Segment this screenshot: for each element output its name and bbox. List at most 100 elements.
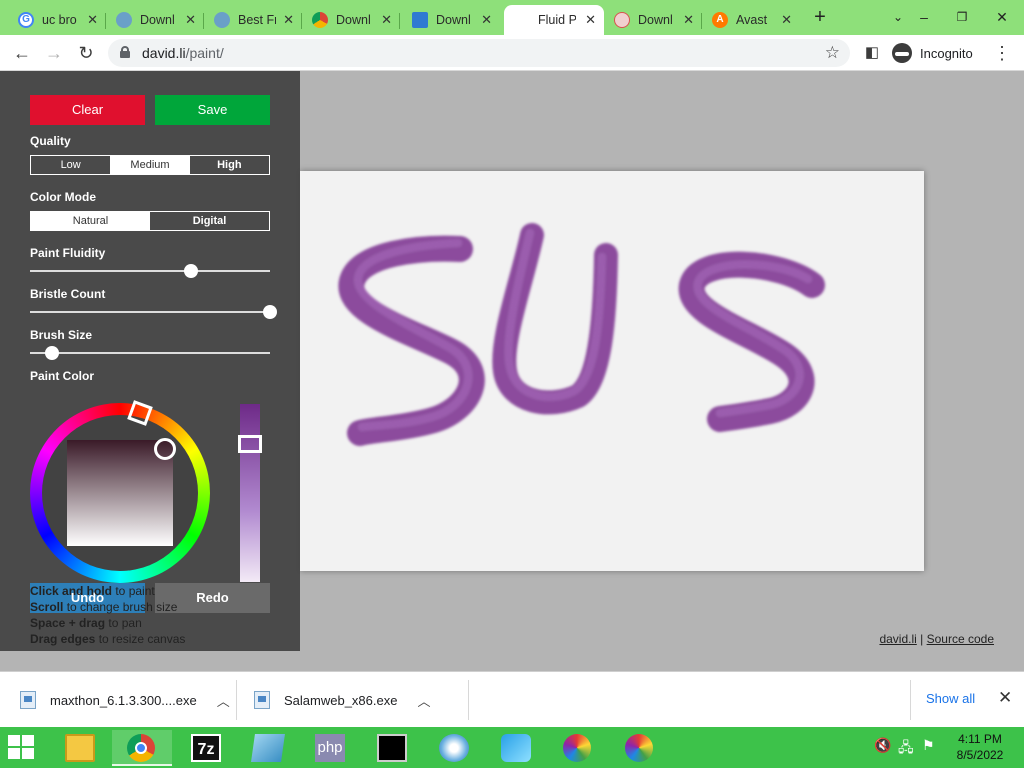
quality-option-high[interactable]: High [190, 156, 269, 174]
chevron-up-icon[interactable]: ︿ [417, 691, 430, 710]
forward-icon[interactable]: → [42, 41, 66, 65]
quality-label: Quality [30, 134, 71, 148]
close-icon[interactable]: ✕ [381, 12, 392, 28]
menu-kebab-icon[interactable]: ⋮ [990, 41, 1014, 65]
tab-3[interactable]: Best Fr ✕ [206, 5, 302, 35]
bristle-count-label: Bristle Count [30, 287, 106, 301]
quality-selector: Low Medium High [30, 155, 270, 175]
download-item[interactable]: Salamweb_x86.exe ︿ [254, 672, 430, 728]
restore-icon[interactable]: ❐ [950, 5, 974, 29]
tab-title: Downl [140, 13, 175, 27]
paint-canvas[interactable] [300, 171, 924, 571]
control-panel: Clear Save Quality Low Medium High Color… [0, 71, 300, 651]
tab-search-icon[interactable]: ⌄ [886, 5, 910, 29]
color-picker-handle[interactable] [154, 438, 176, 460]
tab-title: Downl [336, 13, 371, 27]
show-all-button[interactable]: Show all [926, 691, 975, 706]
footer-links: david.li | Source code [879, 632, 994, 646]
quality-option-low[interactable]: Low [31, 156, 110, 174]
php-icon[interactable]: php [300, 730, 360, 766]
globe-icon [116, 12, 132, 28]
tab-title: uc bro [42, 13, 77, 27]
close-icon[interactable]: ✕ [998, 688, 1012, 708]
clear-button[interactable]: Clear [30, 95, 145, 125]
tab-4[interactable]: Downl ✕ [304, 5, 400, 35]
avast-icon: A [712, 12, 728, 28]
network-icon[interactable]: 🖧 [898, 737, 914, 761]
site-link[interactable]: david.li [879, 632, 916, 646]
side-panel-icon[interactable]: ◧ [860, 41, 884, 65]
chrome-icon[interactable] [112, 730, 172, 766]
tab-6-active[interactable]: Fluid P ✕ [504, 5, 604, 35]
tab-8[interactable]: A Avast ✕ [704, 5, 800, 35]
brush-size-handle[interactable] [44, 346, 59, 360]
paint-color-label: Paint Color [30, 369, 95, 383]
color-mode-option-digital[interactable]: Digital [150, 212, 269, 230]
tab-5[interactable]: Downl ✕ [404, 5, 500, 35]
media-icon[interactable] [424, 730, 484, 766]
pinwheel-icon[interactable] [548, 730, 608, 766]
page-content: david.li | Source code Clear Save Qualit… [0, 71, 1024, 671]
tab-title: Best Fr [238, 13, 276, 27]
browser-toolbar: ← → ↻ david.li/paint/ ☆ ◧ Incognito ⋮ [0, 35, 1024, 71]
reload-icon[interactable]: ↻ [74, 41, 98, 65]
tab-title: Downl [436, 13, 471, 27]
source-code-link[interactable]: Source code [927, 632, 994, 646]
hint-line: Drag edges to resize canvas [30, 632, 186, 646]
color-mode-option-natural[interactable]: Natural [31, 212, 150, 230]
7zip-icon[interactable]: 7z [176, 730, 236, 766]
brush-size-label: Brush Size [30, 328, 93, 342]
security-alert-icon[interactable]: ⚑ [922, 737, 935, 754]
volume-muted-icon[interactable]: 🔇 [874, 737, 891, 754]
minimize-icon[interactable]: – [912, 5, 936, 29]
tab-7[interactable]: Downl ✕ [606, 5, 702, 35]
close-icon[interactable]: ✕ [683, 12, 694, 28]
color-mode-selector: Natural Digital [30, 211, 270, 231]
chrome-icon [312, 12, 328, 28]
hint-line: Click and hold to paint [30, 584, 155, 598]
paint-fluidity-handle[interactable] [183, 264, 198, 278]
save-button[interactable]: Save [155, 95, 270, 125]
new-tab-button[interactable]: + [808, 5, 832, 29]
color-mode-label: Color Mode [30, 190, 96, 204]
quality-option-medium[interactable]: Medium [110, 156, 190, 174]
address-bar[interactable]: david.li/paint/ ☆ [108, 39, 850, 67]
close-icon[interactable]: ✕ [481, 12, 492, 28]
system-clock[interactable]: 4:11 PM 8/5/2022 [948, 731, 1012, 763]
google-icon: G [18, 12, 34, 28]
tab-2[interactable]: Downl ✕ [108, 5, 204, 35]
tab-title: Avast [736, 13, 768, 27]
chevron-up-icon[interactable]: ︿ [217, 691, 230, 710]
close-icon[interactable]: ✕ [781, 12, 792, 28]
waterfox-icon[interactable] [486, 730, 546, 766]
pinwheel-icon[interactable] [610, 730, 670, 766]
paint-fluidity-slider[interactable] [30, 264, 270, 278]
close-icon[interactable]: ✕ [585, 12, 596, 28]
incognito-indicator[interactable]: Incognito [892, 41, 973, 65]
bristle-count-slider[interactable] [30, 305, 277, 319]
file-explorer-icon[interactable] [50, 730, 110, 766]
clock-time: 4:11 PM [958, 732, 1002, 746]
painted-strokes [338, 223, 825, 446]
globe-icon [214, 12, 230, 28]
download-filename: maxthon_6.1.3.300....exe [50, 692, 197, 708]
brightness-handle[interactable] [238, 435, 262, 453]
lock-icon[interactable] [120, 46, 130, 58]
close-icon[interactable]: ✕ [283, 12, 294, 28]
tab-1[interactable]: G uc bro ✕ [10, 5, 106, 35]
back-icon[interactable]: ← [10, 41, 34, 65]
notepad-icon[interactable] [238, 730, 298, 766]
brush-size-slider[interactable] [30, 346, 270, 360]
bristle-count-handle[interactable] [263, 305, 277, 319]
url-text[interactable]: david.li/paint/ [142, 45, 224, 61]
windows-start-icon[interactable] [8, 735, 36, 761]
bookmark-star-icon[interactable]: ☆ [825, 43, 840, 63]
tab-title: Fluid P [538, 13, 576, 27]
download-item[interactable]: maxthon_6.1.3.300....exe ︿ [20, 672, 230, 728]
close-icon[interactable]: ✕ [87, 12, 98, 28]
window-close-icon[interactable]: ✕ [990, 5, 1014, 29]
close-icon[interactable]: ✕ [185, 12, 196, 28]
brightness-slider[interactable] [240, 404, 260, 582]
clock-date: 8/5/2022 [956, 748, 1004, 762]
cmd-icon[interactable] [362, 730, 422, 766]
